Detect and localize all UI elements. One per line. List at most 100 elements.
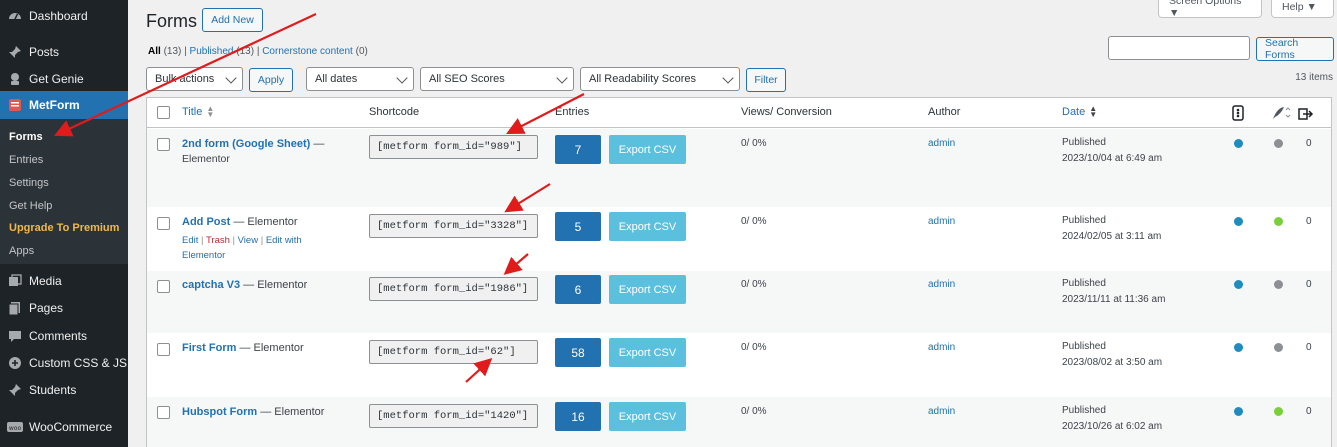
- submenu-settings[interactable]: Settings: [9, 177, 49, 189]
- readability-dot: [1274, 280, 1283, 289]
- apply-button[interactable]: Apply: [249, 68, 293, 92]
- submenu-forms[interactable]: Forms: [9, 131, 43, 143]
- sidebar-item-dashboard[interactable]: Dashboard: [0, 2, 128, 30]
- entries-count-button[interactable]: 6: [555, 275, 601, 304]
- row-checkbox[interactable]: [157, 217, 170, 230]
- views-conversion: 0/ 0%: [741, 279, 767, 290]
- edit-link[interactable]: Edit: [182, 235, 198, 246]
- sidebar-item-posts[interactable]: Posts: [0, 38, 128, 66]
- submenu-apps[interactable]: Apps: [9, 245, 34, 257]
- dates-select[interactable]: All dates: [306, 67, 414, 91]
- edit-with-elementor-link[interactable]: Edit with: [266, 235, 302, 246]
- row-title-link[interactable]: captcha V3 — Elementor: [182, 279, 307, 291]
- sidebar-item-get-genie[interactable]: Get Genie: [0, 65, 128, 93]
- main-content: Forms Add New Screen Options ▼ Help ▼ Al…: [128, 0, 1337, 447]
- row-title-link[interactable]: Hubspot Form — Elementor: [182, 406, 324, 418]
- svg-text:woo: woo: [9, 425, 22, 432]
- bulk-actions-select[interactable]: Bulk actions: [146, 67, 243, 91]
- view-cornerstone[interactable]: Cornerstone content (0): [262, 46, 368, 57]
- row-title-link[interactable]: First Form — Elementor: [182, 342, 304, 354]
- author-link[interactable]: admin: [928, 406, 955, 417]
- chevron-down-icon: [722, 72, 734, 84]
- export-csv-button[interactable]: Export CSV: [609, 402, 686, 431]
- row-checkbox[interactable]: [157, 280, 170, 293]
- author-link[interactable]: admin: [928, 342, 955, 353]
- seo-score-dot: [1234, 280, 1243, 289]
- row-checkbox[interactable]: [157, 406, 170, 419]
- media-icon: [7, 273, 23, 289]
- shortcode-field[interactable]: [metform form_id="989"]: [369, 135, 538, 159]
- entries-count-button[interactable]: 58: [555, 338, 601, 367]
- table-row: captcha V3 — Elementor [metform form_id=…: [147, 271, 1331, 333]
- sidebar-item-label: Posts: [29, 45, 60, 59]
- readability-dot: [1274, 407, 1283, 416]
- export-csv-button[interactable]: Export CSV: [609, 275, 686, 304]
- row-title-link[interactable]: Add Post — Elementor: [182, 216, 298, 228]
- column-shortcode: Shortcode: [369, 106, 420, 118]
- column-author: Author: [928, 106, 961, 118]
- sidebar-item-custom-css-js[interactable]: Custom CSS & JS: [0, 349, 128, 377]
- shortcode-field[interactable]: [metform form_id="3328"]: [369, 214, 538, 238]
- sidebar-item-media[interactable]: Media: [0, 267, 128, 295]
- readability-select[interactable]: All Readability Scores: [580, 67, 740, 91]
- column-date[interactable]: Date ▲ ▼: [1062, 104, 1098, 120]
- views-conversion: 0/ 0%: [741, 216, 767, 227]
- author-link[interactable]: admin: [928, 216, 955, 227]
- search-input[interactable]: [1108, 36, 1250, 60]
- sidebar-item-students[interactable]: Students: [0, 376, 128, 404]
- readability-icon[interactable]: [1271, 106, 1291, 123]
- table-row: First Form — Elementor [metform form_id=…: [147, 333, 1331, 397]
- export-csv-button[interactable]: Export CSV: [609, 135, 686, 164]
- row-checkbox[interactable]: [157, 138, 170, 151]
- entries-count-button[interactable]: 5: [555, 212, 601, 241]
- views-conversion: 0/ 0%: [741, 406, 767, 417]
- sidebar-item-metform[interactable]: MetForm: [0, 91, 128, 119]
- column-title[interactable]: Title ▲ ▼: [182, 104, 215, 120]
- trash-link[interactable]: Trash: [206, 235, 230, 246]
- filter-button[interactable]: Filter: [746, 68, 786, 92]
- sidebar-item-label: Students: [29, 383, 77, 397]
- submenu-get-help[interactable]: Get Help: [9, 200, 52, 212]
- export-csv-button[interactable]: Export CSV: [609, 212, 686, 241]
- view-link[interactable]: View: [238, 235, 258, 246]
- screen-options-tab[interactable]: Screen Options ▼: [1158, 0, 1262, 19]
- shortcode-field[interactable]: [metform form_id="1420"]: [369, 404, 538, 428]
- entries-count-button[interactable]: 7: [555, 135, 601, 164]
- row-date: Published 2023/10/04 at 6:49 am: [1062, 137, 1163, 164]
- search-forms-button[interactable]: Search Forms: [1256, 37, 1334, 61]
- seo-score-dot: [1234, 407, 1243, 416]
- sidebar-item-pages[interactable]: Pages: [0, 294, 128, 322]
- view-all[interactable]: All (13): [148, 46, 181, 57]
- seo-score-dot: [1234, 139, 1243, 148]
- internal-links-icon[interactable]: [1297, 106, 1315, 124]
- sidebar-item-label: Custom CSS & JS: [29, 356, 128, 370]
- entries-count-button[interactable]: 16: [555, 402, 601, 431]
- submenu-upgrade[interactable]: Upgrade To Premium: [9, 222, 119, 234]
- shortcode-field[interactable]: [metform form_id="62"]: [369, 340, 538, 364]
- sidebar-item-woocommerce[interactable]: woo WooCommerce: [0, 413, 128, 441]
- sidebar-item-comments[interactable]: Comments: [0, 322, 128, 350]
- internal-links-count: 0: [1306, 216, 1312, 227]
- shortcode-field[interactable]: [metform form_id="1986"]: [369, 277, 538, 301]
- sidebar-item-label: WooCommerce: [29, 420, 113, 434]
- elementor-link[interactable]: Elementor: [182, 248, 302, 263]
- sort-icon: ▲ ▼: [206, 104, 215, 120]
- view-published[interactable]: Published (13): [190, 46, 255, 57]
- chevron-down-icon: [396, 72, 408, 84]
- pin-icon: [7, 44, 23, 60]
- sort-icon: ▲ ▼: [1089, 104, 1098, 120]
- help-tab[interactable]: Help ▼: [1271, 0, 1334, 18]
- author-link[interactable]: admin: [928, 138, 955, 149]
- row-title-link[interactable]: 2nd form (Google Sheet) —: [182, 138, 324, 150]
- export-csv-button[interactable]: Export CSV: [609, 338, 686, 367]
- readability-dot: [1274, 343, 1283, 352]
- add-new-button[interactable]: Add New: [202, 8, 263, 32]
- author-link[interactable]: admin: [928, 279, 955, 290]
- seo-score-icon[interactable]: [1232, 105, 1244, 124]
- row-checkbox[interactable]: [157, 343, 170, 356]
- submenu-entries[interactable]: Entries: [9, 154, 43, 166]
- select-all-checkbox[interactable]: [157, 106, 170, 119]
- seo-score-select[interactable]: All SEO Scores: [420, 67, 574, 91]
- internal-links-count: 0: [1306, 279, 1312, 290]
- chevron-down-icon: [225, 72, 237, 84]
